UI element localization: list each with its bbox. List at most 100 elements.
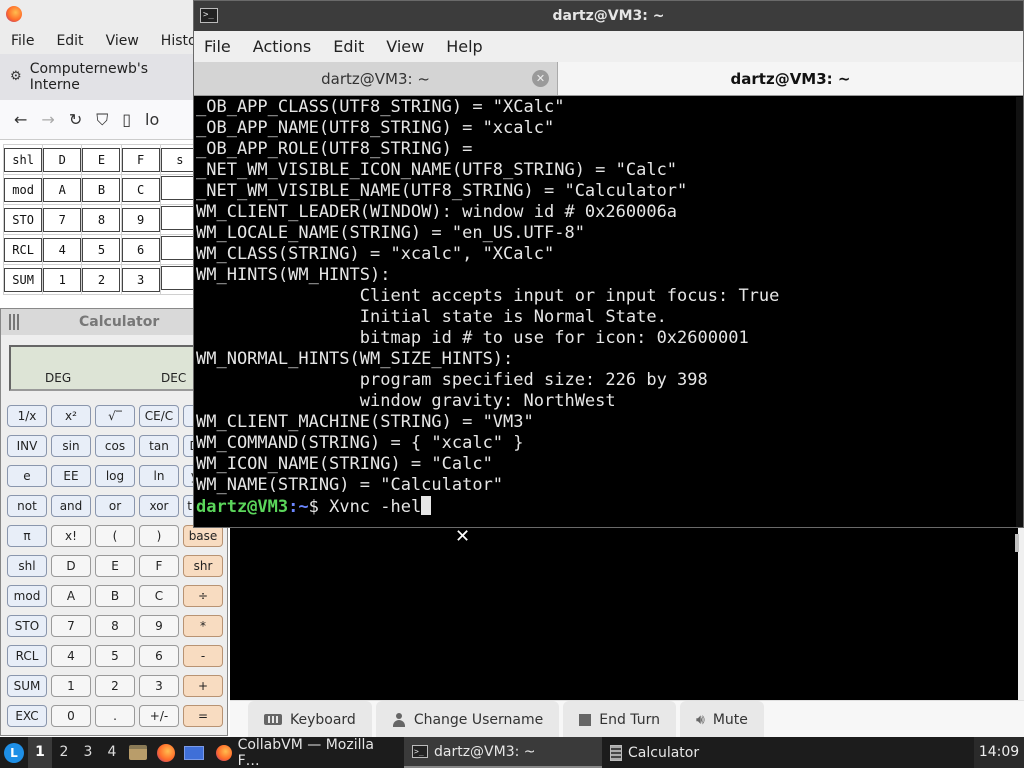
calc-key[interactable]: - bbox=[183, 645, 223, 667]
back-arrow-icon[interactable]: ← bbox=[14, 110, 27, 129]
calc-key[interactable]: shr bbox=[183, 555, 223, 577]
vnc-scrollbar[interactable] bbox=[1018, 528, 1024, 700]
close-icon[interactable]: ✕ bbox=[532, 70, 549, 87]
ff-menu-edit[interactable]: Edit bbox=[45, 33, 94, 49]
end-turn-button[interactable]: End Turn bbox=[563, 700, 676, 739]
calc-key[interactable]: +/- bbox=[139, 705, 179, 727]
ff-grid-key[interactable]: 9 bbox=[121, 207, 160, 232]
term-menu-view[interactable]: View bbox=[378, 37, 432, 56]
ff-grid-key[interactable]: STO bbox=[4, 207, 43, 232]
calc-key[interactable]: B bbox=[95, 585, 135, 607]
calc-key[interactable]: 3 bbox=[139, 675, 179, 697]
ff-grid-key[interactable]: A bbox=[43, 177, 82, 202]
file-manager-launcher[interactable] bbox=[124, 737, 152, 768]
change-username-button[interactable]: Change Username bbox=[375, 700, 560, 739]
calc-key[interactable]: RCL bbox=[7, 645, 47, 667]
url-bar[interactable]: lo bbox=[145, 110, 159, 129]
terminal-titlebar[interactable]: >_ dartz@VM3: ~ bbox=[194, 1, 1023, 31]
terminal-prompt-line[interactable]: dartz@VM3:~$ Xvnc -hel bbox=[196, 496, 1011, 518]
calc-key[interactable]: ) bbox=[139, 525, 179, 547]
calc-key[interactable]: 1/x bbox=[7, 405, 47, 427]
calc-key[interactable]: EE bbox=[51, 465, 91, 487]
calc-key[interactable]: A bbox=[51, 585, 91, 607]
ff-grid-key[interactable]: 8 bbox=[82, 207, 121, 232]
calc-key[interactable]: D bbox=[51, 555, 91, 577]
show-desktop-button[interactable] bbox=[180, 737, 208, 768]
ff-menu-view[interactable]: View bbox=[95, 33, 150, 49]
calc-key[interactable]: F bbox=[139, 555, 179, 577]
calc-key[interactable]: EXC bbox=[7, 705, 47, 727]
clock[interactable]: 14:09 bbox=[974, 737, 1024, 768]
ff-grid-key[interactable]: 2 bbox=[82, 267, 121, 292]
keyboard-button[interactable]: Keyboard bbox=[248, 700, 372, 739]
ff-grid-key[interactable]: F bbox=[121, 147, 160, 172]
firefox-tab[interactable]: ⚙ Computernewb's Interne bbox=[0, 54, 200, 100]
workspace-1[interactable]: 1 bbox=[28, 737, 52, 768]
vnc-scrollbar-thumb[interactable] bbox=[1015, 534, 1019, 552]
calc-key[interactable]: base bbox=[183, 525, 223, 547]
calc-key[interactable]: 2 bbox=[95, 675, 135, 697]
shield-icon[interactable]: ⛉ bbox=[96, 110, 108, 130]
calc-key[interactable]: 7 bbox=[51, 615, 91, 637]
calc-key[interactable]: shl bbox=[7, 555, 47, 577]
task-firefox[interactable]: CollabVM — Mozilla F… bbox=[208, 737, 404, 768]
term-menu-actions[interactable]: Actions bbox=[245, 37, 319, 56]
terminal-tab[interactable]: dartz@VM3: ~ ✕ bbox=[194, 62, 558, 95]
ff-grid-key[interactable]: SUM bbox=[4, 267, 43, 292]
calc-key[interactable]: not bbox=[7, 495, 47, 517]
calc-key[interactable]: ln bbox=[139, 465, 179, 487]
workspace-3[interactable]: 3 bbox=[76, 737, 100, 768]
calc-key[interactable]: 8 bbox=[95, 615, 135, 637]
term-menu-edit[interactable]: Edit bbox=[325, 37, 372, 56]
mute-button[interactable]: 🔊︎ Mute bbox=[679, 700, 764, 739]
calc-key[interactable]: ÷ bbox=[183, 585, 223, 607]
calc-key[interactable]: sin bbox=[51, 435, 91, 457]
ff-grid-key[interactable]: 1 bbox=[43, 267, 82, 292]
terminal-output[interactable]: _OB_APP_CLASS(UTF8_STRING) = "XCalc" _OB_… bbox=[196, 97, 1011, 527]
terminal-scrollbar[interactable] bbox=[1016, 97, 1023, 527]
calc-key[interactable]: 6 bbox=[139, 645, 179, 667]
start-menu-button[interactable]: L bbox=[0, 737, 28, 768]
firefox-launcher[interactable] bbox=[152, 737, 180, 768]
calc-key[interactable]: x² bbox=[51, 405, 91, 427]
calc-key[interactable]: 4 bbox=[51, 645, 91, 667]
vnc-screen[interactable] bbox=[230, 528, 1018, 700]
command-input[interactable]: Xvnc -hel bbox=[329, 497, 421, 517]
calc-key[interactable]: e bbox=[7, 465, 47, 487]
ff-grid-key[interactable]: RCL bbox=[4, 237, 43, 262]
calc-key[interactable]: + bbox=[183, 675, 223, 697]
calc-key[interactable]: ( bbox=[95, 525, 135, 547]
calc-key[interactable]: or bbox=[95, 495, 135, 517]
ff-grid-key[interactable]: 6 bbox=[121, 237, 160, 262]
calc-key[interactable]: SUM bbox=[7, 675, 47, 697]
calc-key[interactable]: C bbox=[139, 585, 179, 607]
calc-key[interactable]: 9 bbox=[139, 615, 179, 637]
calc-key[interactable]: * bbox=[183, 615, 223, 637]
task-terminal[interactable]: >_ dartz@VM3: ~ bbox=[404, 737, 602, 768]
ff-grid-key[interactable]: C bbox=[121, 177, 160, 202]
ff-menu-file[interactable]: File bbox=[0, 33, 45, 49]
ff-grid-key[interactable]: 3 bbox=[121, 267, 160, 292]
task-calculator[interactable]: Calculator bbox=[602, 737, 802, 768]
ff-grid-key[interactable]: 4 bbox=[43, 237, 82, 262]
term-menu-file[interactable]: File bbox=[196, 37, 239, 56]
calc-key[interactable]: cos bbox=[95, 435, 135, 457]
calc-key[interactable]: 5 bbox=[95, 645, 135, 667]
ff-grid-key[interactable]: D bbox=[43, 147, 82, 172]
calc-key[interactable]: π bbox=[7, 525, 47, 547]
ff-grid-key[interactable]: mod bbox=[4, 177, 43, 202]
ff-grid-key[interactable]: 7 bbox=[43, 207, 82, 232]
ff-grid-key[interactable]: E bbox=[82, 147, 121, 172]
calc-key[interactable]: x! bbox=[51, 525, 91, 547]
term-menu-help[interactable]: Help bbox=[438, 37, 490, 56]
workspace-4[interactable]: 4 bbox=[100, 737, 124, 768]
calc-key[interactable]: log bbox=[95, 465, 135, 487]
calc-key[interactable]: . bbox=[95, 705, 135, 727]
forward-arrow-icon[interactable]: → bbox=[41, 110, 54, 129]
terminal-tab-active[interactable]: dartz@VM3: ~ bbox=[558, 62, 1023, 95]
calc-key[interactable]: STO bbox=[7, 615, 47, 637]
ff-grid-key[interactable]: 5 bbox=[82, 237, 121, 262]
calc-key[interactable]: 1 bbox=[51, 675, 91, 697]
reload-icon[interactable]: ↻ bbox=[69, 110, 82, 129]
calc-key[interactable]: E bbox=[95, 555, 135, 577]
